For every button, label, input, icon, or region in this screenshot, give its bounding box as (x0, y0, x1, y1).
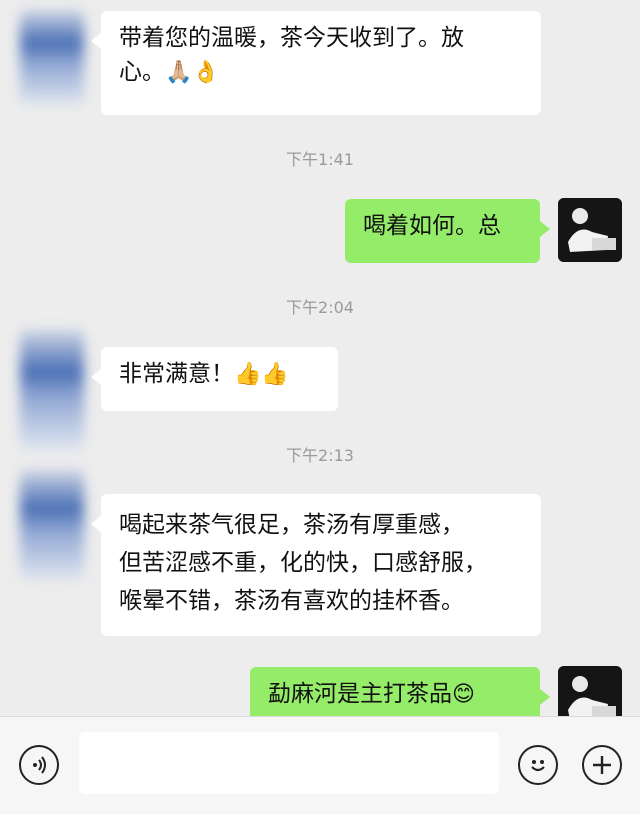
message-bubble-sent[interactable]: 喝着如何。总 (345, 199, 550, 263)
message-text-line: 喝起来茶气很足，茶汤有厚重感， (119, 512, 464, 538)
message-text: 心。 (119, 59, 165, 85)
user-avatar[interactable] (558, 666, 622, 716)
contact-avatar[interactable] (20, 330, 84, 450)
message-text: 喝着如何。总 (363, 213, 501, 239)
chat-area[interactable]: 带着您的温暖，茶今天收到了。放 心。🙏🏼👌 下午1:41 喝着如何。总 下午2:… (0, 0, 640, 716)
user-avatar-photo (558, 198, 622, 262)
emoji-icon (531, 760, 545, 772)
message-text-line: 心。🙏🏼👌 (119, 55, 523, 90)
message-bubble-sent[interactable]: 勐麻河是主打茶品😊 (250, 667, 550, 716)
timestamp: 下午2:04 (286, 298, 354, 317)
timestamp: 下午1:41 (286, 150, 354, 169)
plus-icon (593, 756, 611, 774)
emoji-glyphs: 🙏🏼👌 (165, 60, 220, 85)
contact-avatar[interactable] (20, 10, 84, 105)
message-text: 带着您的温暖，茶今天收到了。放 (119, 25, 464, 51)
plus-button[interactable] (582, 745, 622, 785)
timestamp: 下午2:13 (286, 446, 354, 465)
message-bubble-received[interactable]: 带着您的温暖，茶今天收到了。放 心。🙏🏼👌 (91, 11, 541, 115)
message-bubble-received[interactable]: 非常满意！👍👍 (91, 347, 338, 411)
voice-icon (33, 756, 46, 774)
message-text: 非常满意！ (119, 361, 234, 387)
emoji-button[interactable] (518, 745, 558, 785)
contact-avatar[interactable] (20, 470, 84, 580)
input-bar (0, 716, 640, 814)
message-text-line: 但苦涩感不重，化的快，口感舒服， (119, 550, 487, 576)
voice-button[interactable] (19, 745, 59, 785)
user-avatar[interactable] (558, 198, 622, 262)
message-text: 勐麻河是主打茶品 (268, 681, 452, 707)
emoji-glyphs: 👍👍 (234, 362, 289, 387)
message-bubble-received[interactable]: 喝起来茶气很足，茶汤有厚重感， 但苦涩感不重，化的快，口感舒服， 喉晕不错，茶汤… (91, 494, 541, 636)
user-avatar-photo (558, 666, 622, 716)
message-input[interactable] (79, 732, 499, 794)
emoji-glyphs: 😊 (452, 682, 475, 707)
message-text-line: 喉晕不错，茶汤有喜欢的挂杯香。 (119, 588, 464, 614)
